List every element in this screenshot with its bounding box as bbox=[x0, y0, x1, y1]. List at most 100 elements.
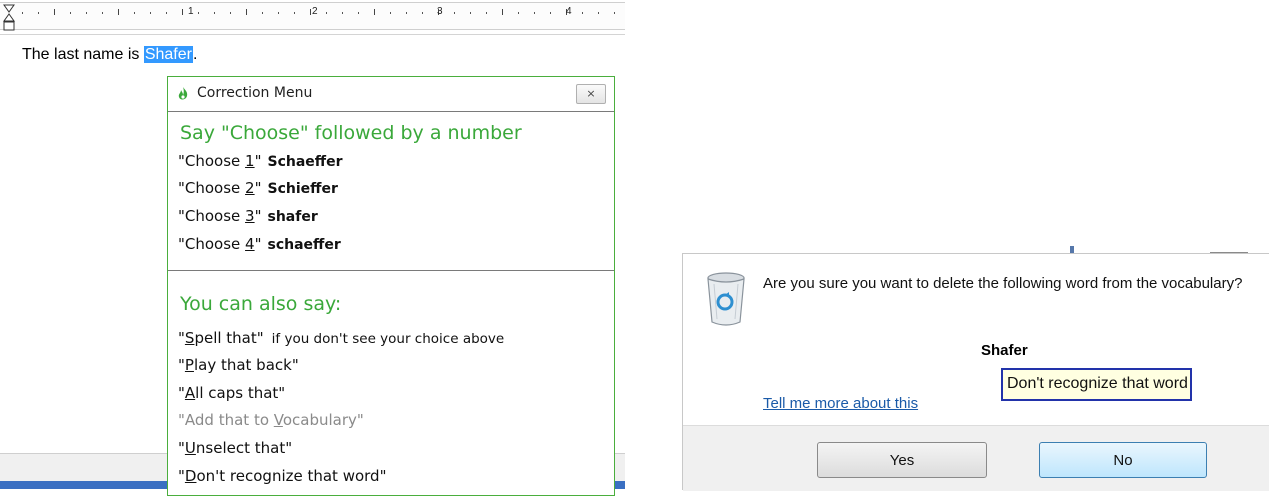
ruler-tick bbox=[118, 9, 119, 15]
command-key: P bbox=[184, 356, 194, 374]
ruler-tick bbox=[358, 12, 359, 14]
ruler-tick bbox=[374, 9, 375, 15]
ruler-tick bbox=[214, 12, 215, 14]
dont-recognize-tooltip: Don't recognize that word bbox=[1001, 368, 1192, 401]
ruler-tick bbox=[454, 12, 455, 14]
ruler-tick bbox=[342, 12, 343, 14]
voice-command-item[interactable]: "Play that back" bbox=[178, 356, 299, 374]
ruler-tick bbox=[550, 12, 551, 14]
ruler-tick bbox=[38, 12, 39, 14]
dialog-message: Are you sure you want to delete the foll… bbox=[763, 275, 1243, 292]
choice-suffix: " bbox=[254, 179, 262, 197]
dragon-flame-icon bbox=[178, 87, 188, 100]
ruler-tick bbox=[262, 12, 263, 14]
voice-command-item: "Add that to Vocabulary" bbox=[178, 411, 364, 429]
command-rest: ocabulary" bbox=[282, 411, 364, 429]
ruler-tick bbox=[390, 12, 391, 14]
ruler-tick bbox=[294, 12, 295, 14]
also-say-heading: You can also say: bbox=[180, 293, 342, 315]
command-pre: " bbox=[178, 467, 185, 485]
command-rest: ll caps that" bbox=[195, 384, 286, 402]
ruler-number: 4 bbox=[566, 6, 572, 17]
ruler-tick bbox=[406, 12, 407, 14]
choose-section: Say "Choose" followed by a number "Choos… bbox=[168, 112, 614, 271]
choice-suffix: " bbox=[254, 235, 262, 253]
ruler-tick bbox=[22, 12, 23, 14]
indent-marker-icon[interactable] bbox=[3, 3, 15, 33]
correction-menu-title: Correction Menu bbox=[197, 85, 313, 101]
choose-heading: Say "Choose" followed by a number bbox=[180, 122, 522, 144]
ruler[interactable]: 1 2 3 4 bbox=[0, 0, 625, 35]
ruler-tick bbox=[614, 12, 615, 14]
ruler-tick bbox=[518, 12, 519, 14]
ruler-tick bbox=[54, 9, 55, 15]
command-note: if you don't see your choice above bbox=[271, 331, 505, 347]
voice-command-item[interactable]: "Don't recognize that word" bbox=[178, 467, 386, 485]
command-rest: nselect that" bbox=[195, 439, 293, 457]
close-button[interactable]: × bbox=[576, 84, 606, 104]
choice-item[interactable]: "Choose 3" shafer bbox=[178, 207, 318, 225]
ruler-tick bbox=[502, 9, 503, 15]
ruler-tick bbox=[486, 12, 487, 14]
yes-button[interactable]: Yes bbox=[817, 442, 987, 478]
ruler-tick bbox=[246, 9, 247, 15]
ruler-tick bbox=[310, 9, 311, 15]
ruler-tick bbox=[582, 12, 583, 14]
recycle-bin-icon bbox=[707, 272, 745, 326]
command-pre: " bbox=[178, 384, 185, 402]
dialog-footer: Yes No bbox=[683, 425, 1269, 491]
voice-command-item[interactable]: "Unselect that" bbox=[178, 439, 292, 457]
ruler-tick bbox=[166, 12, 167, 14]
ruler-number: 2 bbox=[312, 6, 318, 17]
selected-word[interactable]: Shafer bbox=[143, 46, 193, 63]
command-pre: " bbox=[178, 439, 185, 457]
ruler-tick bbox=[134, 12, 135, 14]
choice-prefix: "Choose bbox=[178, 235, 246, 253]
command-key: S bbox=[184, 329, 195, 347]
choice-item[interactable]: "Choose 4" schaeffer bbox=[178, 235, 341, 253]
choice-number: 4 bbox=[245, 235, 255, 253]
choice-item[interactable]: "Choose 1" Schaeffer bbox=[178, 152, 343, 170]
choice-word: shafer bbox=[267, 209, 318, 225]
choice-word: Schaeffer bbox=[267, 154, 343, 170]
choice-prefix: "Choose bbox=[178, 179, 246, 197]
ruler-tick bbox=[182, 9, 183, 15]
text-after: . bbox=[192, 46, 198, 63]
ruler-tick bbox=[86, 12, 87, 14]
command-key: D bbox=[184, 467, 197, 485]
voice-command-item[interactable]: "All caps that" bbox=[178, 384, 285, 402]
command-pre: " bbox=[178, 329, 185, 347]
command-key: V bbox=[273, 411, 283, 429]
delete-word-dialog: Are you sure you want to delete the foll… bbox=[682, 253, 1269, 491]
choice-number: 1 bbox=[245, 152, 255, 170]
command-pre: " bbox=[178, 356, 185, 374]
choice-prefix: "Choose bbox=[178, 207, 246, 225]
document-text[interactable]: The last name is Shafer. bbox=[22, 46, 197, 64]
choice-suffix: " bbox=[254, 207, 262, 225]
choice-word: Schieffer bbox=[267, 181, 338, 197]
tell-me-more-link[interactable]: Tell me more about this bbox=[763, 395, 918, 412]
ruler-tick bbox=[598, 12, 599, 14]
command-rest: pell that" bbox=[194, 329, 264, 347]
correction-menu-titlebar[interactable]: Correction Menu × bbox=[168, 77, 614, 112]
ruler-tick bbox=[102, 12, 103, 14]
ruler-tick bbox=[326, 12, 327, 14]
choice-suffix: " bbox=[254, 152, 262, 170]
command-pre: "Add that to bbox=[178, 411, 274, 429]
choice-number: 2 bbox=[245, 179, 255, 197]
word-to-delete: Shafer bbox=[981, 342, 1028, 359]
choice-item[interactable]: "Choose 2" Schieffer bbox=[178, 179, 338, 197]
command-key: A bbox=[184, 384, 196, 402]
ruler-tick bbox=[278, 12, 279, 14]
ruler-tick bbox=[150, 12, 151, 14]
command-rest: lay that back" bbox=[193, 356, 299, 374]
correction-menu: Correction Menu × Say "Choose" followed … bbox=[167, 76, 615, 496]
no-button[interactable]: No bbox=[1039, 442, 1207, 478]
choice-number: 3 bbox=[245, 207, 255, 225]
ruler-tick bbox=[198, 12, 199, 14]
command-key: U bbox=[184, 439, 196, 457]
choice-word: schaeffer bbox=[267, 237, 341, 253]
ruler-tick bbox=[534, 12, 535, 14]
choice-prefix: "Choose bbox=[178, 152, 246, 170]
voice-command-item[interactable]: "Spell that" if you don't see your choice… bbox=[178, 329, 504, 347]
